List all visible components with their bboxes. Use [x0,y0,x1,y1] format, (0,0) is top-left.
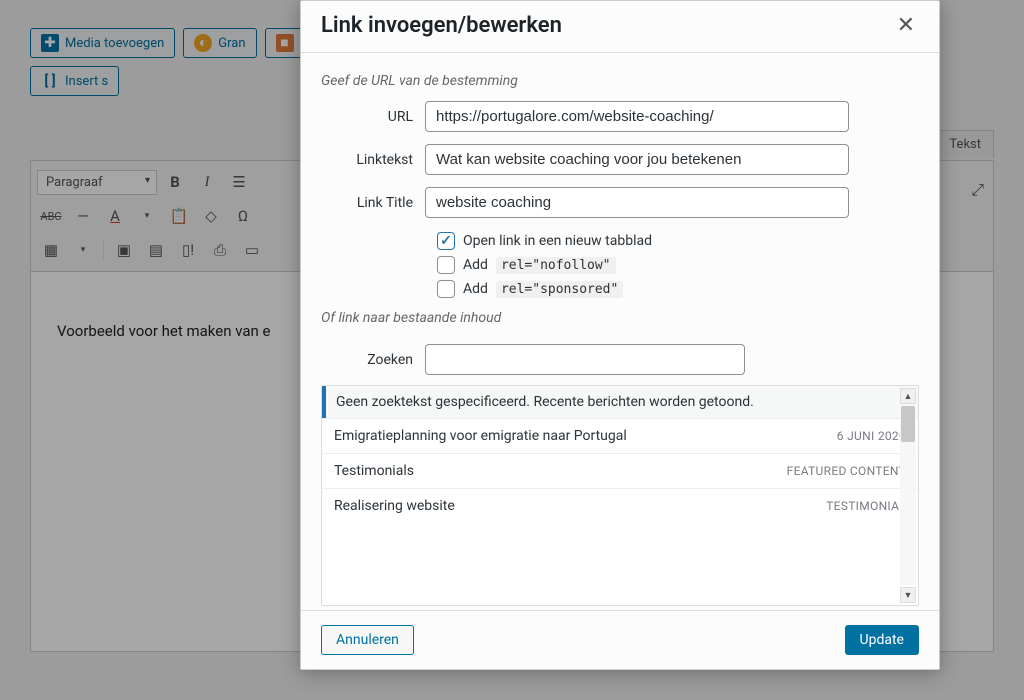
close-icon[interactable]: ✕ [893,13,919,38]
sponsored-prefix: Add [463,281,488,297]
results-hint: Geen zoektekst gespecificeerd. Recente b… [322,386,918,418]
new-tab-label: Open link in een nieuw tabblad [463,233,652,249]
modal-header: Link invoegen/bewerken ✕ [301,1,939,53]
sponsored-checkbox[interactable] [437,280,455,298]
nofollow-checkbox[interactable] [437,256,455,274]
results-scrollbar[interactable]: ▲ ▼ [900,388,916,603]
linktext-input[interactable] [425,144,849,175]
update-button[interactable]: Update [845,625,919,655]
linktitle-input[interactable] [425,187,849,218]
modal-title: Link invoegen/bewerken [321,13,562,38]
scroll-up-icon[interactable]: ▲ [900,388,916,404]
scroll-track[interactable] [900,406,916,585]
linktitle-label: Link Title [321,195,425,211]
existing-content-hint: Of link naar bestaande inhoud [321,310,919,326]
new-tab-checkbox[interactable]: ✓ [437,232,455,250]
search-input[interactable] [425,344,745,375]
destination-hint: Geef de URL van de bestemming [321,73,919,89]
nofollow-prefix: Add [463,257,488,273]
result-title: Realisering website [334,498,455,514]
scroll-down-icon[interactable]: ▼ [900,587,916,603]
url-input[interactable] [425,101,849,132]
modal-footer: Annuleren Update [301,610,939,669]
link-options: ✓ Open link in een nieuw tabblad Add rel… [437,232,919,298]
nofollow-code: rel="nofollow" [496,257,616,274]
results-list: Geen zoektekst gespecificeerd. Recente b… [321,385,919,606]
result-title: Testimonials [334,463,414,479]
result-meta: 6 JUNI 2020 [837,429,906,443]
result-row[interactable]: Emigratieplanning voor emigratie naar Po… [322,418,918,453]
result-title: Emigratieplanning voor emigratie naar Po… [334,428,627,444]
result-meta: FEATURED CONTENT [787,464,906,478]
linktext-label: Linktekst [321,152,425,168]
cancel-button[interactable]: Annuleren [321,625,414,655]
result-row[interactable]: Testimonials FEATURED CONTENT [322,453,918,488]
search-label: Zoeken [321,352,425,368]
link-modal: Link invoegen/bewerken ✕ Geef de URL van… [300,0,940,670]
scroll-thumb[interactable] [901,406,915,442]
url-label: URL [321,109,425,125]
result-meta: TESTIMONIAL [826,499,906,513]
result-row[interactable]: Realisering website TESTIMONIAL [322,488,918,523]
sponsored-code: rel="sponsored" [496,281,623,298]
modal-body: Geef de URL van de bestemming URL Linkte… [301,53,939,610]
